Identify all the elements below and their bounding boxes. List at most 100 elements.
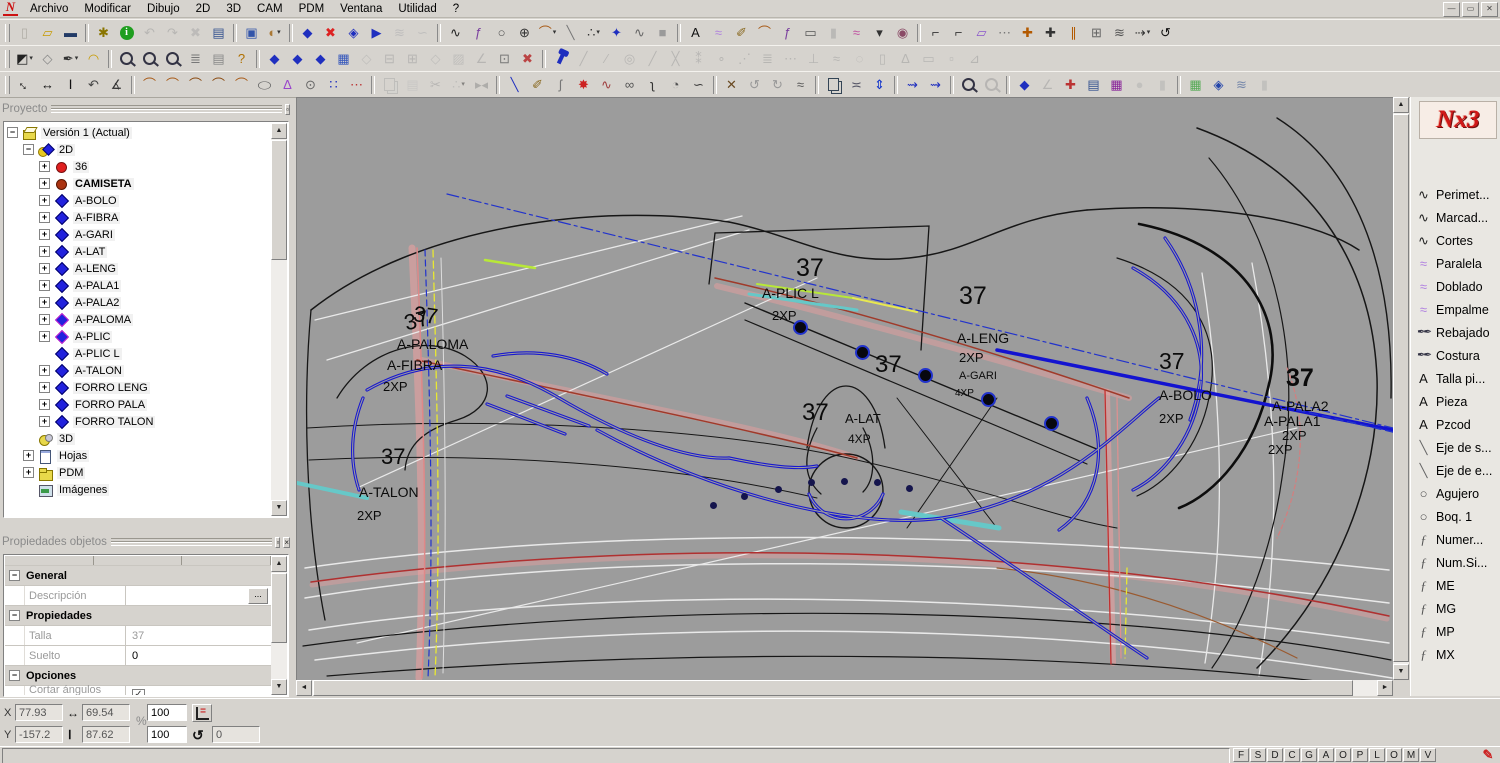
rotate-right-icon[interactable]: ↻ bbox=[767, 74, 788, 95]
scroll-left-icon[interactable]: ◄ bbox=[296, 680, 312, 696]
rotate-tool-icon[interactable]: ↺ bbox=[1155, 22, 1176, 43]
caption-grip-lines[interactable] bbox=[110, 538, 273, 546]
tree-item-36[interactable]: +36 bbox=[5, 158, 271, 175]
layer-button-g-4[interactable]: G bbox=[1301, 748, 1317, 762]
checker-icon[interactable]: ▨ bbox=[448, 48, 469, 69]
layer-button-l-8[interactable]: L bbox=[1369, 748, 1385, 762]
project-tree-scrollbar[interactable]: ▲ ▼ bbox=[271, 123, 287, 516]
layer-button-s-1[interactable]: S bbox=[1250, 748, 1266, 762]
circle-pen-icon[interactable]: ◌ bbox=[849, 48, 870, 69]
compass-2-icon[interactable]: ∠ bbox=[1037, 74, 1058, 95]
sidebar-tool-cortes[interactable]: ∿ Cortes bbox=[1414, 229, 1499, 252]
arc-2-icon[interactable]: ⌒ bbox=[162, 74, 183, 95]
rect-dashed-icon[interactable]: ▫ bbox=[941, 48, 962, 69]
line-point-2-icon[interactable]: ╱ bbox=[642, 48, 663, 69]
tree-item-hojas[interactable]: + Hojas bbox=[5, 447, 271, 464]
parallel-marks-icon[interactable]: ∥ bbox=[1063, 22, 1084, 43]
expand-icon[interactable]: + bbox=[39, 365, 50, 376]
ellipsis-button[interactable]: ... bbox=[248, 587, 268, 604]
tree-item-3d[interactable]: 3D bbox=[5, 430, 271, 447]
dotted-diag-icon[interactable]: ⋰ bbox=[734, 48, 755, 69]
tree-item-a-gari[interactable]: + A-GARI bbox=[5, 226, 271, 243]
rectangle-icon[interactable]: ▭ bbox=[800, 22, 821, 43]
wave-gray-icon[interactable]: ≈ bbox=[826, 48, 847, 69]
sidebar-tool-paralela[interactable]: ≈ Paralela bbox=[1414, 252, 1499, 275]
ellipse-icon[interactable]: ◯ bbox=[254, 74, 275, 95]
edit-pencil-icon[interactable]: ✎ bbox=[1478, 747, 1498, 762]
project-panel-float-button[interactable]: ▫ bbox=[285, 104, 290, 115]
axis-dashes-icon[interactable]: ⋯ bbox=[346, 74, 367, 95]
arrow-wave-2-icon[interactable]: ⇝ bbox=[925, 74, 946, 95]
node-edit-icon[interactable]: ∴ ▾ bbox=[583, 22, 604, 43]
lasso-hat-icon[interactable]: ◠ bbox=[83, 48, 104, 69]
layer-button-m-10[interactable]: M bbox=[1403, 748, 1419, 762]
piece-delete-2-icon[interactable]: ◆ bbox=[287, 48, 308, 69]
tree-item-a-plic-l[interactable]: A-PLIC L bbox=[5, 345, 271, 362]
zoom-page-icon[interactable] bbox=[162, 48, 183, 69]
wave-adjust-icon[interactable]: ≈ bbox=[790, 74, 811, 95]
magnifier-color-icon[interactable] bbox=[958, 74, 979, 95]
sidebar-tool-mp[interactable]: ƒ MP bbox=[1414, 620, 1499, 643]
ghost-end-icon[interactable]: ▮ bbox=[1254, 74, 1275, 95]
pens-icon[interactable]: ✒ ▾ bbox=[60, 48, 81, 69]
layer-button-f-0[interactable]: F bbox=[1233, 748, 1249, 762]
scrollbar-thumb[interactable] bbox=[271, 140, 287, 260]
rotate-left-icon[interactable]: ↺ bbox=[744, 74, 765, 95]
book-3d-icon[interactable]: ◈ bbox=[1208, 74, 1229, 95]
arc-small-icon[interactable]: ⌒ bbox=[754, 22, 775, 43]
sidebar-tool-perimet[interactable]: ∿ Perimet... bbox=[1414, 183, 1499, 206]
redo-icon[interactable]: ↷ bbox=[162, 22, 183, 43]
sidebar-tool-costura[interactable]: ✒✒ Costura bbox=[1414, 344, 1499, 367]
line-simple-icon[interactable]: ∕ bbox=[596, 48, 617, 69]
sidebar-tool-talla-pi[interactable]: A Talla pi... bbox=[1414, 367, 1499, 390]
dropdown-arrow-icon[interactable]: ▾ bbox=[553, 22, 557, 43]
menu-archivo[interactable]: Archivo bbox=[22, 2, 76, 16]
plus-orange-icon[interactable]: ✚ bbox=[1017, 22, 1038, 43]
small-point-icon[interactable]: ∘ bbox=[711, 48, 732, 69]
scroll-up-icon[interactable]: ▲ bbox=[271, 556, 287, 572]
pencil-diag-icon[interactable]: ✐ bbox=[527, 74, 548, 95]
scroll-right-icon[interactable]: ► bbox=[1377, 680, 1393, 696]
swirl-icon[interactable]: ◔ bbox=[665, 74, 686, 95]
show-piece-icon[interactable]: ◆ bbox=[297, 22, 318, 43]
flip-updown-icon[interactable]: ⇕ bbox=[869, 74, 890, 95]
print-icon[interactable]: ▤ bbox=[208, 48, 229, 69]
collapse-icon[interactable]: − bbox=[9, 610, 20, 621]
dropdown-arrow-icon[interactable]: ▾ bbox=[75, 48, 79, 69]
dash-row-icon[interactable]: ⋯ bbox=[994, 22, 1015, 43]
move-cross-icon[interactable]: ✚ bbox=[1040, 22, 1061, 43]
expand-icon[interactable]: + bbox=[39, 382, 50, 393]
property-value[interactable]: 37 bbox=[126, 630, 271, 642]
table-rows-icon[interactable]: ⊟ bbox=[379, 48, 400, 69]
table-cols-icon[interactable]: ⊞ bbox=[402, 48, 423, 69]
expand-icon[interactable]: + bbox=[39, 246, 50, 257]
group-row-propiedades[interactable]: − Propiedades bbox=[5, 606, 271, 626]
steps-icon[interactable]: ʅ bbox=[642, 74, 663, 95]
menu-cam[interactable]: CAM bbox=[249, 2, 291, 16]
expand-icon[interactable]: + bbox=[39, 195, 50, 206]
expand-icon[interactable]: + bbox=[39, 229, 50, 240]
layer-button-v-11[interactable]: V bbox=[1420, 748, 1436, 762]
dashed-piece-pen-icon[interactable]: ◇ bbox=[37, 48, 58, 69]
dropdown-arrow-icon[interactable]: ▾ bbox=[461, 74, 465, 95]
line-points-icon[interactable]: ╱ bbox=[573, 48, 594, 69]
magnifier-gray-icon[interactable] bbox=[981, 74, 1002, 95]
wave-flat-icon[interactable]: ∽ bbox=[688, 74, 709, 95]
collapse-icon[interactable]: − bbox=[9, 670, 20, 681]
sidebar-tool-doblado[interactable]: ≈ Doblado bbox=[1414, 275, 1499, 298]
rotate-icon[interactable]: ↺ bbox=[192, 727, 204, 744]
expand-icon[interactable]: + bbox=[39, 212, 50, 223]
curve-insert-icon[interactable]: ∿ bbox=[629, 22, 650, 43]
layers-icon[interactable]: ▣ bbox=[241, 22, 262, 43]
dash-marks-icon[interactable]: ⋯ bbox=[780, 48, 801, 69]
piece-new-icon[interactable]: ✦ bbox=[606, 22, 627, 43]
corner-1-icon[interactable]: ⌐ bbox=[925, 22, 946, 43]
expand-icon[interactable]: + bbox=[39, 297, 50, 308]
wave-magenta-icon[interactable]: ≈ bbox=[846, 22, 867, 43]
expand-icon[interactable]: + bbox=[39, 331, 50, 342]
group-row-general[interactable]: − General bbox=[5, 566, 271, 586]
expand-icon[interactable]: + bbox=[23, 467, 34, 478]
dash-blue-icon[interactable]: ╲ bbox=[504, 74, 525, 95]
indent-box-icon[interactable]: ⊞ bbox=[1086, 22, 1107, 43]
perpendicular-icon[interactable]: ⊥ bbox=[803, 48, 824, 69]
